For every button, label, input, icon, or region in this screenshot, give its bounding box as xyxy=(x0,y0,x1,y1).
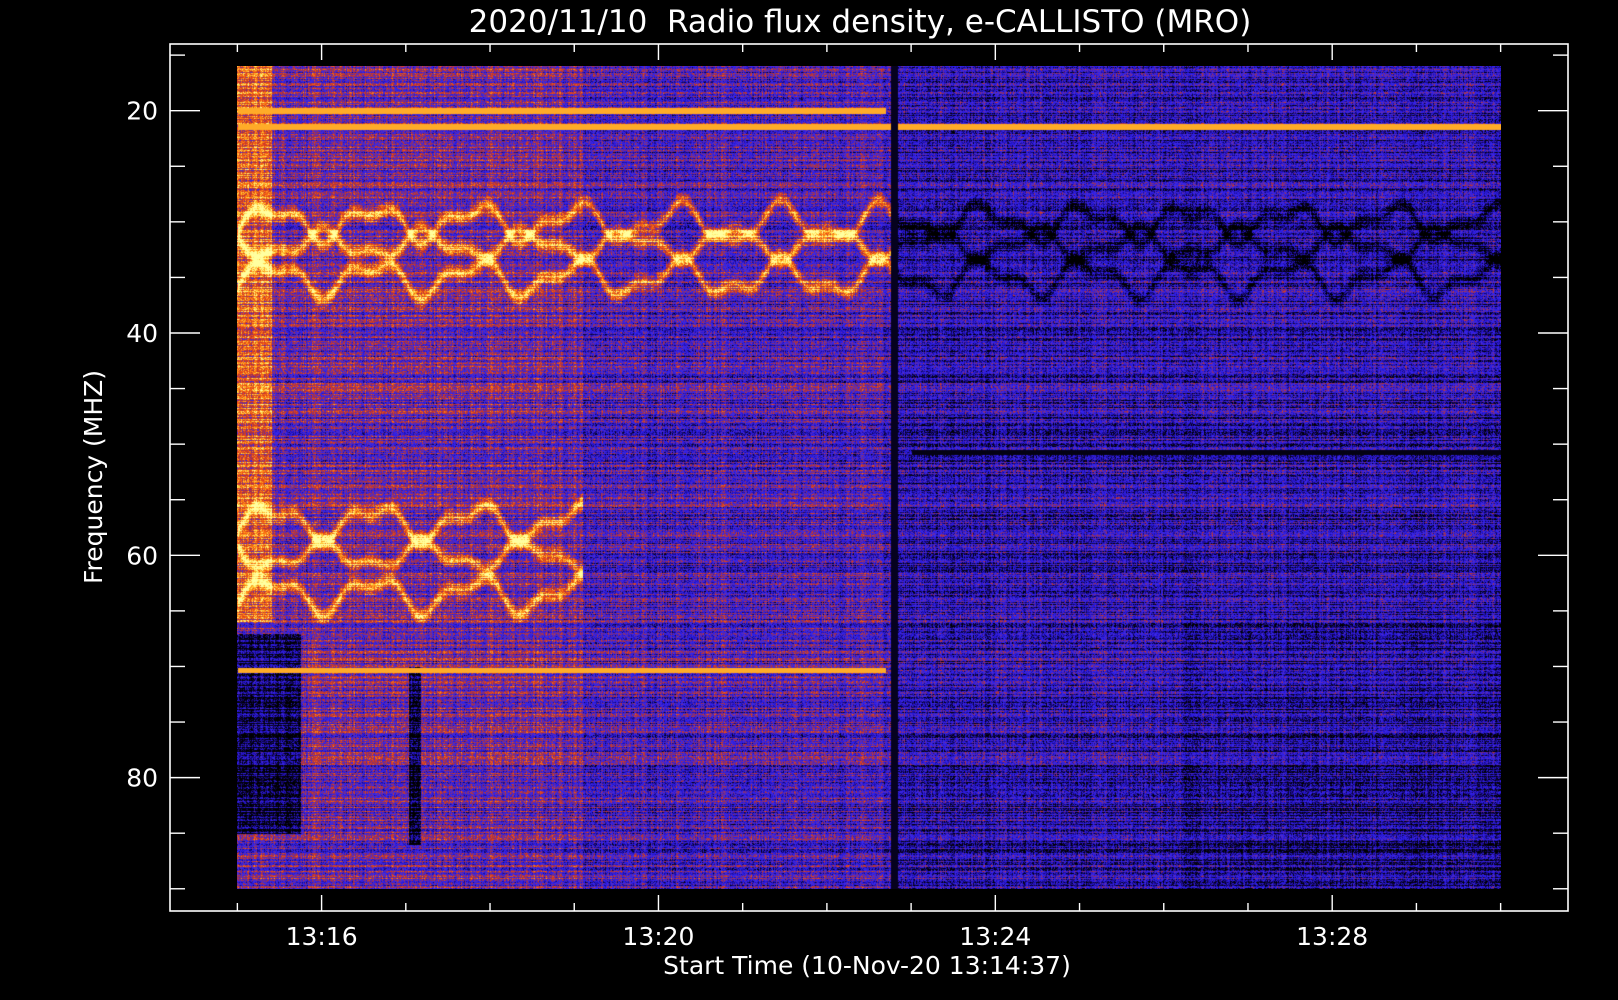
spectrogram-image xyxy=(237,66,1501,889)
y-tick-label: 20 xyxy=(126,97,158,126)
spectrogram-chart: 2020/11/10 Radio flux density, e-CALLIST… xyxy=(0,0,1618,1000)
x-tick-label: 13:16 xyxy=(286,922,358,951)
x-tick-label: 13:24 xyxy=(959,922,1031,951)
y-tick-label: 40 xyxy=(126,319,158,348)
x-tick-label: 13:20 xyxy=(622,922,694,951)
plot-area xyxy=(237,66,1501,889)
x-axis-label: Start Time (10-Nov-20 13:14:37) xyxy=(663,951,1071,980)
y-tick-label: 60 xyxy=(126,541,158,570)
y-tick-label: 80 xyxy=(126,764,158,793)
chart-title: 2020/11/10 Radio flux density, e-CALLIST… xyxy=(469,4,1252,40)
y-axis-label: Frequency (MHZ) xyxy=(79,370,108,584)
x-tick-label: 13:28 xyxy=(1296,922,1368,951)
